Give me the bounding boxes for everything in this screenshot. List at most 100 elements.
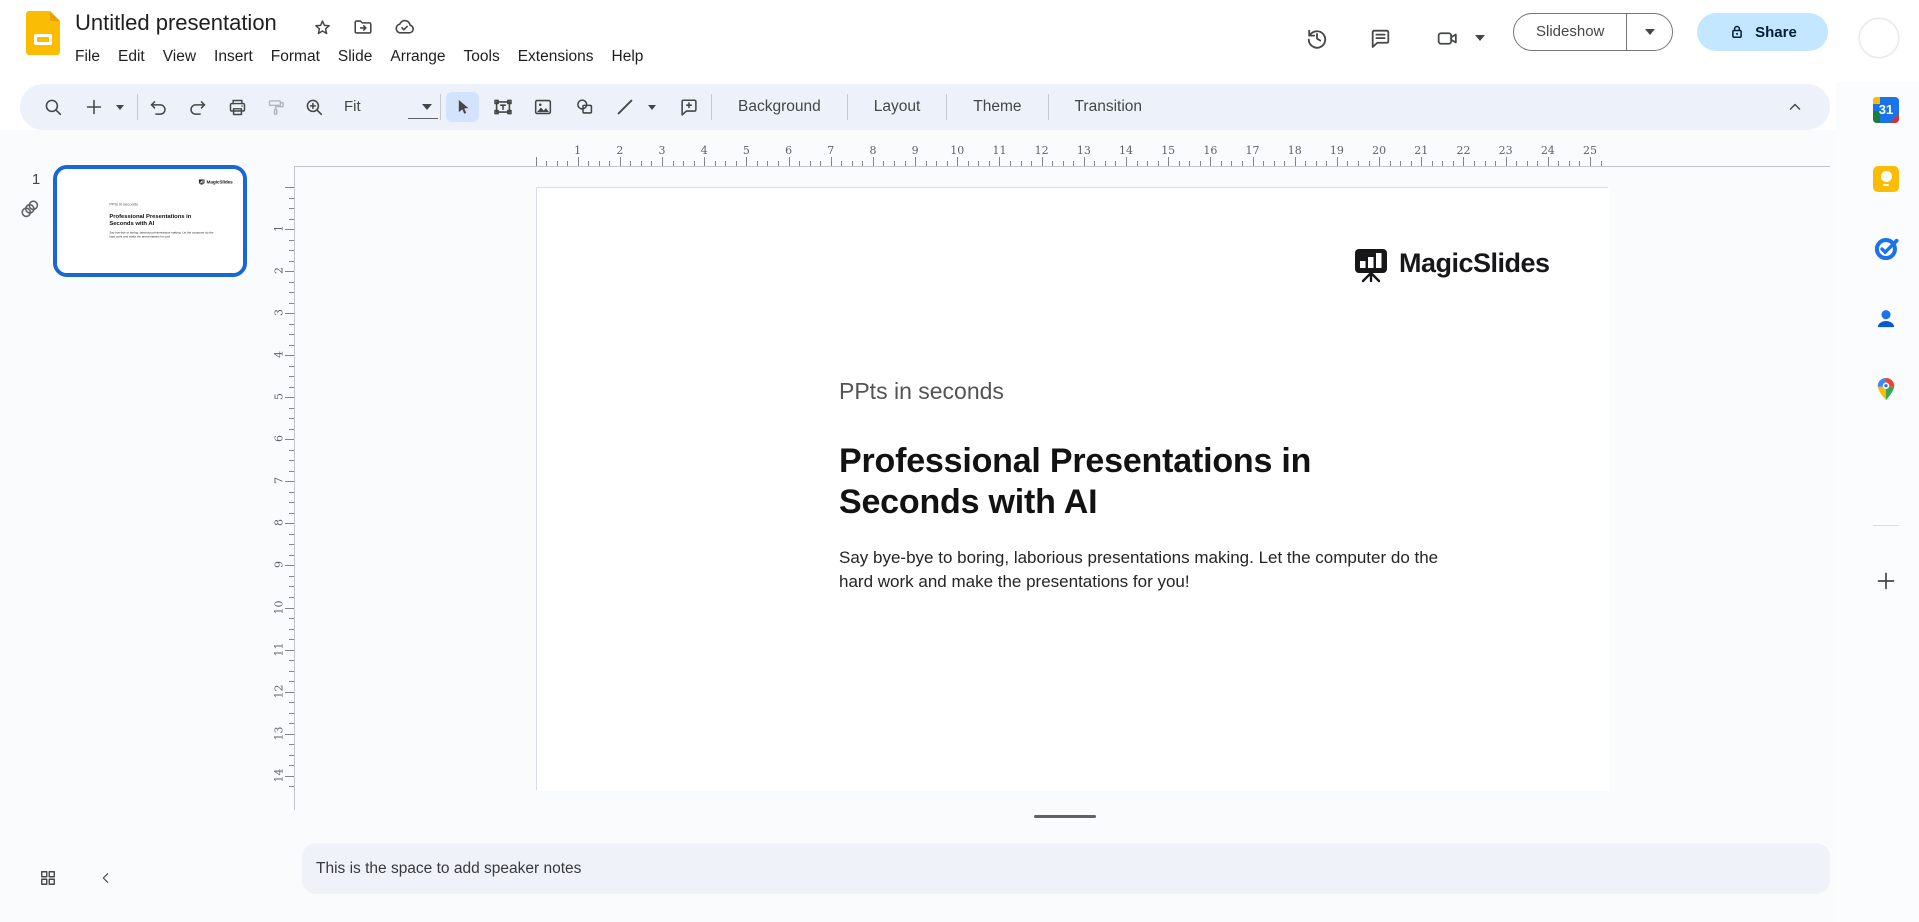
ruler-tick bbox=[831, 157, 832, 166]
get-add-ons-button[interactable] bbox=[1862, 557, 1910, 605]
contacts-button[interactable] bbox=[1862, 295, 1910, 343]
ruler-tick bbox=[715, 161, 716, 166]
ruler-number: 6 bbox=[778, 144, 800, 157]
ruler-number: 17 bbox=[1242, 144, 1264, 157]
grid-view-button[interactable] bbox=[30, 860, 66, 896]
ruler-number: 12 bbox=[1031, 144, 1053, 157]
ruler-tick bbox=[285, 650, 294, 651]
transition-indicator-icon bbox=[18, 197, 42, 221]
calendar-button[interactable]: 31 bbox=[1862, 86, 1910, 134]
ruler-tick bbox=[704, 157, 705, 166]
ruler-tick bbox=[1168, 157, 1169, 166]
ruler-tick bbox=[289, 324, 294, 325]
ruler-tick bbox=[1137, 161, 1138, 166]
ruler-tick bbox=[736, 161, 737, 166]
ruler-tick bbox=[1200, 161, 1201, 166]
ruler-tick bbox=[1463, 157, 1464, 166]
ruler-tick bbox=[683, 161, 684, 166]
slide-number: 1 bbox=[24, 171, 48, 188]
ruler-number: 7 bbox=[273, 471, 286, 491]
ruler-tick bbox=[915, 157, 916, 166]
speaker-notes-text[interactable]: This is the space to add speaker notes bbox=[316, 843, 581, 894]
ruler-number: 18 bbox=[1284, 144, 1306, 157]
slide-title[interactable]: Professional Presentations in Seconds wi… bbox=[839, 441, 1311, 523]
ruler-tick bbox=[820, 161, 821, 166]
speaker-notes-panel[interactable]: This is the space to add speaker notes bbox=[302, 843, 1830, 894]
ruler-tick bbox=[289, 408, 294, 409]
ruler-tick bbox=[289, 450, 294, 451]
google-tasks-icon bbox=[1873, 235, 1900, 262]
keep-button[interactable] bbox=[1862, 155, 1910, 203]
ruler-tick bbox=[852, 161, 853, 166]
slide-canvas[interactable]: MagicSlides PPts in seconds Professional… bbox=[536, 187, 1608, 790]
ruler-number: 23 bbox=[1495, 144, 1517, 157]
ruler-tick bbox=[1210, 157, 1211, 166]
ruler-tick bbox=[1158, 161, 1159, 166]
chevron-left-icon bbox=[98, 870, 114, 886]
ruler-number: 25 bbox=[1579, 144, 1601, 157]
ruler-tick bbox=[289, 334, 294, 335]
grid-view-icon bbox=[38, 868, 58, 888]
ruler-tick bbox=[1411, 161, 1412, 166]
ruler-number: 5 bbox=[735, 144, 757, 157]
ruler-number: 9 bbox=[904, 144, 926, 157]
ruler-number: 10 bbox=[273, 597, 286, 617]
ruler-tick bbox=[289, 387, 294, 388]
horizontal-ruler-baseline bbox=[294, 166, 1830, 167]
slide-kicker: PPts in seconds bbox=[109, 202, 138, 207]
ruler-tick bbox=[1084, 157, 1085, 166]
ruler-tick bbox=[289, 303, 294, 304]
slide-thumbnail[interactable]: MagicSlides PPts in seconds Professional… bbox=[53, 165, 247, 277]
ruler-tick bbox=[289, 639, 294, 640]
ruler-tick bbox=[883, 161, 884, 166]
ruler-tick bbox=[289, 586, 294, 587]
ruler-tick bbox=[1284, 161, 1285, 166]
ruler-tick bbox=[1537, 161, 1538, 166]
ruler-tick bbox=[1369, 161, 1370, 166]
tasks-button[interactable] bbox=[1862, 224, 1910, 272]
ruler-number: 13 bbox=[273, 723, 286, 743]
ruler-tick bbox=[285, 313, 294, 314]
brand-logo: MagicSlides bbox=[198, 178, 232, 185]
slide-body[interactable]: Say bye-bye to boring, laborious present… bbox=[839, 546, 1438, 593]
notes-resize-handle[interactable] bbox=[1034, 815, 1096, 818]
ruler-tick bbox=[289, 345, 294, 346]
ruler-tick bbox=[285, 776, 294, 777]
ruler-tick bbox=[767, 161, 768, 166]
ruler-tick bbox=[630, 161, 631, 166]
ruler-tick bbox=[894, 161, 895, 166]
ruler-tick bbox=[1031, 161, 1032, 166]
ruler-tick bbox=[546, 161, 547, 166]
ruler-tick bbox=[289, 755, 294, 756]
ruler-tick bbox=[285, 355, 294, 356]
ruler-tick bbox=[285, 692, 294, 693]
ruler-tick bbox=[289, 250, 294, 251]
ruler-tick bbox=[289, 513, 294, 514]
ruler-number: 3 bbox=[273, 303, 286, 323]
ruler-tick bbox=[673, 161, 674, 166]
ruler-tick bbox=[873, 157, 874, 166]
ruler-tick bbox=[285, 565, 294, 566]
google-calendar-icon: 31 bbox=[1873, 97, 1899, 123]
maps-button[interactable] bbox=[1862, 365, 1910, 413]
ruler-tick bbox=[289, 765, 294, 766]
ruler-tick bbox=[285, 608, 294, 609]
ruler-tick bbox=[609, 161, 610, 166]
ruler-tick bbox=[1126, 157, 1127, 166]
collapse-filmstrip-button[interactable] bbox=[92, 864, 120, 892]
ruler-tick bbox=[289, 492, 294, 493]
ruler-number: 9 bbox=[273, 555, 286, 575]
ruler-tick bbox=[1052, 161, 1053, 166]
ruler-tick bbox=[1442, 161, 1443, 166]
ruler-tick bbox=[289, 418, 294, 419]
ruler-tick bbox=[1105, 161, 1106, 166]
ruler-tick bbox=[746, 157, 747, 166]
ruler-tick bbox=[778, 161, 779, 166]
ruler-tick bbox=[757, 161, 758, 166]
ruler-tick bbox=[289, 576, 294, 577]
ruler-tick bbox=[536, 157, 537, 166]
ruler-number: 10 bbox=[946, 144, 968, 157]
ruler-tick bbox=[289, 555, 294, 556]
slide-thumbnail-content: MagicSlides PPts in seconds Professional… bbox=[57, 169, 243, 273]
slide-kicker[interactable]: PPts in seconds bbox=[839, 378, 1004, 405]
